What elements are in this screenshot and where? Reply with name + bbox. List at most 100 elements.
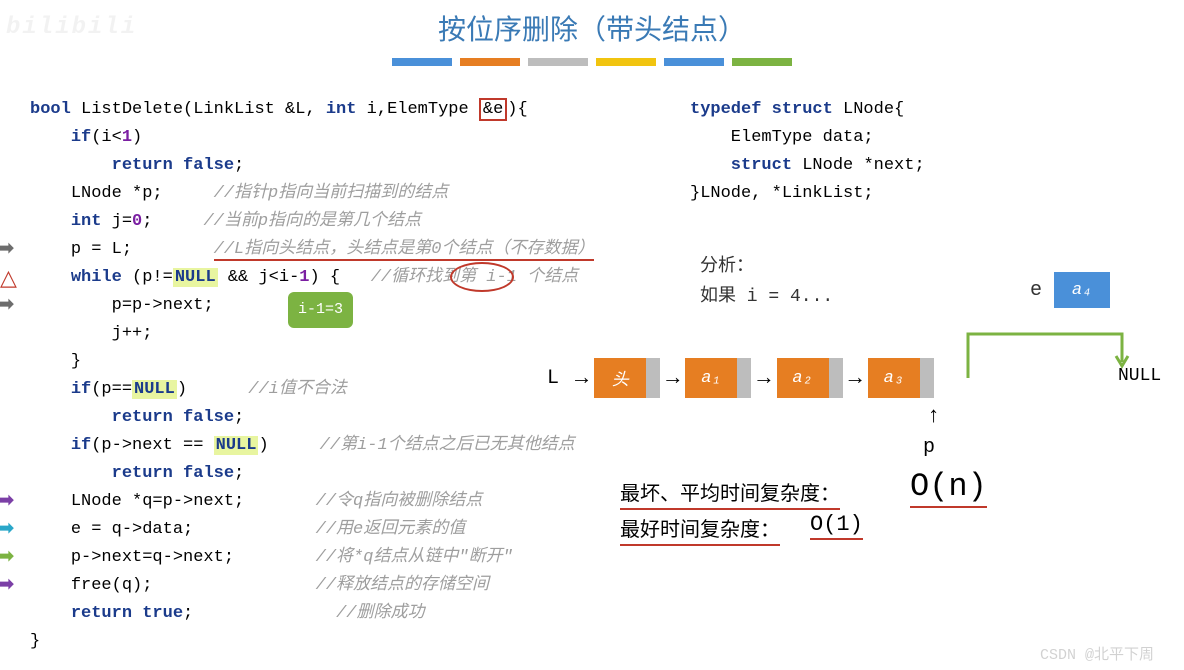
arrow-icon: → [575, 366, 588, 391]
worst-avg-label: 最坏、平均时间复杂度： [620, 484, 840, 510]
node-ptr [829, 358, 843, 398]
node-ptr [737, 358, 751, 398]
code-text: (p->next == [91, 436, 213, 455]
e-cell: a₄ [1054, 272, 1110, 308]
ll-node: a₂ [777, 358, 843, 398]
underline-comment: //L指向头结点，头结点是第0个结点（不存数据） [214, 240, 595, 261]
comment: //第i-1个结点之后已无其他结点 [320, 436, 575, 455]
arrow-green-icon: ➡ [0, 544, 14, 572]
code-text: ) [177, 380, 248, 399]
ll-node: a₃ [868, 358, 934, 398]
code-text: && j<i- [218, 268, 300, 287]
kw-int: int [71, 212, 102, 231]
null-hl: NULL [214, 436, 259, 455]
code-text: LNode *next; [792, 156, 925, 175]
badge-i-minus-1: i-1=3 [288, 292, 353, 328]
complexity-o1: O(1) [810, 512, 863, 537]
ll-head-node: 头 [594, 358, 660, 398]
code-text: p = L; [71, 240, 214, 259]
code-text: LNode *p; [71, 184, 214, 203]
kw-if: if [71, 380, 91, 399]
complexity-block: 最坏、平均时间复杂度： 最好时间复杂度： [620, 478, 840, 550]
code-text: ){ [507, 100, 527, 119]
num: 1 [299, 268, 309, 287]
code-text: (p== [91, 380, 132, 399]
arrow-icon: → [666, 366, 679, 391]
code-text: ; [234, 156, 244, 175]
node-ptr [920, 358, 934, 398]
stripe [596, 58, 656, 66]
node-head: 头 [594, 358, 646, 398]
kw-bool: bool [30, 100, 71, 119]
stripe [460, 58, 520, 66]
ll-node: a₁ [685, 358, 751, 398]
e-value-box: e a₄ [1030, 272, 1110, 308]
code-text: ) { [309, 268, 370, 287]
arrow-purple-icon: ➡ [0, 488, 14, 516]
arrow-purple-icon: ➡ [0, 572, 14, 600]
comment: //将*q结点从链中"断开" [316, 548, 513, 567]
e-label: e [1030, 279, 1042, 302]
kw-if: if [71, 128, 91, 147]
comment: //当前p指向的是第几个结点 [203, 212, 421, 231]
num: 0 [132, 212, 142, 231]
code-text: j++; [112, 324, 153, 343]
code-text: j= [101, 212, 132, 231]
comment: //i值不合法 [248, 380, 347, 399]
code-text: (i< [91, 128, 122, 147]
node-ptr [646, 358, 660, 398]
node-a1: a₁ [685, 358, 737, 398]
page-title: 按位序删除（带头结点） [0, 8, 1184, 48]
kw-return: return false [112, 156, 234, 175]
complexity-on: O(n) [910, 468, 987, 505]
kw-while: while [71, 268, 122, 287]
comment: //释放结点的存储空间 [316, 576, 489, 595]
triangle-red-icon: △ [0, 266, 17, 294]
comment: //令q指向被删除结点 [316, 492, 483, 511]
watermark-top-left: bilibili [6, 14, 137, 41]
code-text: ElemType data; [690, 128, 874, 147]
comment: //用e返回元素的值 [316, 520, 466, 539]
code-block: bool ListDelete(LinkList &L, int i,ElemT… [30, 96, 594, 656]
kw-return: return false [112, 408, 234, 427]
kw-struct: struct [690, 156, 792, 175]
code-text: } [71, 352, 81, 371]
code-text: p->next=q->next; [71, 548, 316, 567]
kw-if: if [71, 436, 91, 455]
best-label: 最好时间复杂度： [620, 520, 780, 546]
comment: //L指向头结点，头结点是第0个结点（不存数据） [214, 240, 595, 261]
ll-null-label: NULL [1118, 366, 1161, 386]
arrow-up-icon: ↑ [927, 404, 940, 429]
arrow-gray-icon: ➡ [0, 236, 14, 264]
arrow-gray-icon: ➡ [0, 292, 14, 320]
code-text: ; [234, 464, 244, 483]
arrow-icon: → [757, 366, 770, 391]
watermark-bottom-right: CSDN @北平下周 [1040, 643, 1154, 664]
null-hl: NULL [173, 268, 218, 287]
comment: //循环找到第 i-1 个结点 [371, 268, 578, 287]
code-text: ; [142, 212, 203, 231]
code-text: LNode{ [833, 100, 904, 119]
linked-list-diagram: L → 头 → a₁ → a₂ → a₃ [547, 358, 934, 398]
code-text: p=p->next; [112, 296, 214, 315]
code-text: e = q->data; [71, 520, 316, 539]
kw-int: int [326, 100, 357, 119]
analysis-value: 如果 i = 4... [700, 282, 833, 312]
code-text: (p!= [122, 268, 173, 287]
code-text: ) [132, 128, 142, 147]
analysis-label: 分析： [700, 252, 833, 282]
code-text: } [30, 632, 40, 651]
kw-return: return true [71, 604, 183, 623]
ll-L-label: L [547, 367, 559, 390]
ll-p-label: p [923, 436, 935, 459]
stripe [392, 58, 452, 66]
node-a3: a₃ [868, 358, 920, 398]
null-hl: NULL [132, 380, 177, 399]
code-text: ; [183, 604, 336, 623]
stripe [664, 58, 724, 66]
comment: //删除成功 [336, 604, 424, 623]
code-text: i,ElemType [356, 100, 478, 119]
title-stripes [0, 58, 1184, 66]
arrow-blue-icon: ➡ [0, 516, 14, 544]
code-text: free(q); [71, 576, 316, 595]
